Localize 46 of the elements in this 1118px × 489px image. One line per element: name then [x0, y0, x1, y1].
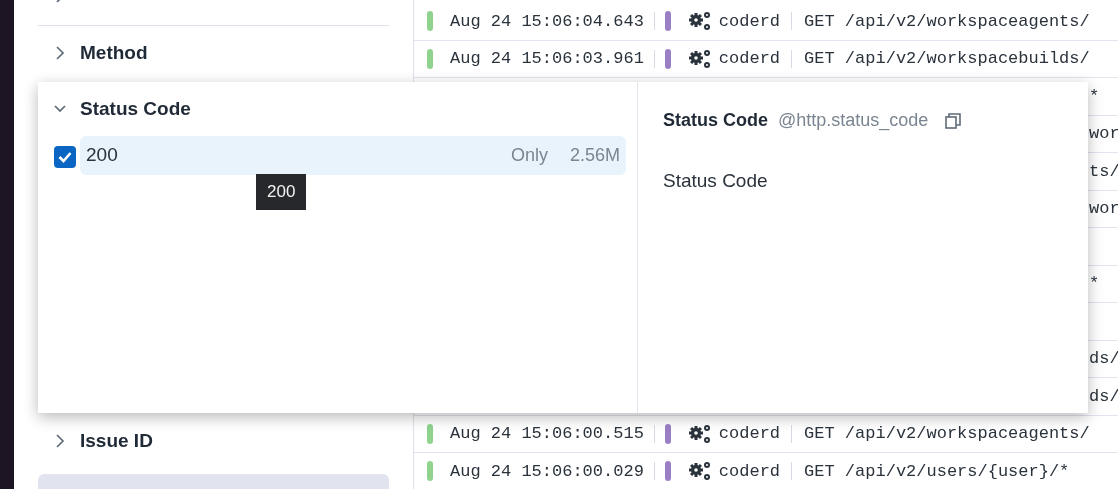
- log-message: wor: [1089, 123, 1118, 145]
- log-service: coderd: [718, 10, 781, 33]
- log-message: GET /api/v2/workspaceagents/: [804, 423, 1090, 445]
- status-bar-indicator: [427, 48, 433, 69]
- log-timestamp: Aug 24 15:06:04.643: [450, 10, 644, 33]
- attribute-path: @http.status_code: [778, 109, 929, 133]
- log-message: GET /api/v2/users/{user}/*: [804, 460, 1070, 483]
- service-bar-indicator: [664, 423, 671, 444]
- facet-value-label: 200: [86, 143, 119, 168]
- check-icon: [58, 151, 72, 163]
- log-message: ds/: [1089, 348, 1118, 370]
- log-service: coderd: [718, 423, 781, 445]
- facet-label[interactable]: Status Code: [80, 96, 191, 122]
- facet-label[interactable]: Issue ID: [80, 428, 153, 454]
- status-bar-indicator: [427, 461, 433, 482]
- gears-icon: [687, 10, 712, 33]
- log-service: coderd: [718, 48, 781, 70]
- tooltip: 200: [256, 174, 307, 210]
- log-message: ts/: [1089, 160, 1118, 183]
- log-timestamp: Aug 24 15:06:00.515: [450, 423, 644, 445]
- log-service: coderd: [718, 460, 781, 483]
- service-bar-indicator: [664, 11, 671, 32]
- facet-label[interactable]: Method: [80, 40, 148, 66]
- checkbox[interactable]: [54, 146, 76, 168]
- service-bar-indicator: [664, 461, 671, 482]
- log-message: wor: [1089, 198, 1118, 220]
- status-bar-indicator: [427, 423, 433, 444]
- attribute-description: Status Code: [663, 169, 769, 193]
- gears-icon: [687, 47, 712, 70]
- attribute-title: Status Code: [663, 109, 768, 132]
- log-timestamp: Aug 24 15:06:03.961: [450, 48, 644, 70]
- log-message: ds/: [1089, 385, 1118, 408]
- log-message: GET /api/v2/workspacebuilds/: [804, 48, 1090, 70]
- log-timestamp: Aug 24 15:06:00.029: [450, 460, 644, 483]
- facet-count: 2.56M: [569, 144, 620, 167]
- status-bar-indicator: [427, 11, 433, 32]
- copy-icon[interactable]: [944, 111, 963, 130]
- log-message: *: [1089, 85, 1100, 108]
- gears-icon: [687, 460, 712, 483]
- facet-value-row[interactable]: 200 Only 2.56M: [80, 136, 626, 175]
- log-message: *: [1089, 273, 1100, 295]
- chevron-right-icon[interactable]: [54, 45, 66, 61]
- gears-icon: [687, 422, 712, 445]
- log-message: GET /api/v2/workspaceagents/: [804, 10, 1090, 33]
- service-bar-indicator: [664, 48, 671, 69]
- chevron-right-icon[interactable]: [54, 433, 66, 449]
